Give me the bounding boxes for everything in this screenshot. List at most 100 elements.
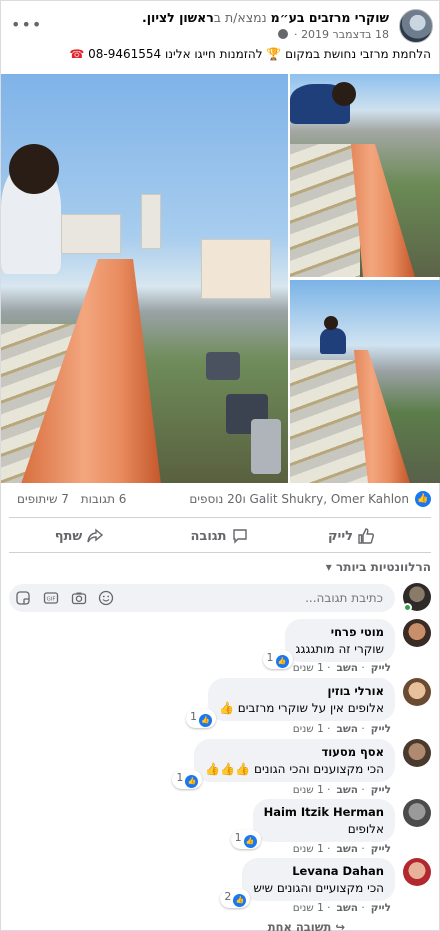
comment-bubble: Levana Dahan הכי מקצועיים והגונים שיש 2 👍 (220, 858, 395, 908)
sort-comments-dropdown[interactable]: הרלוונטיות ביותר ▾ (326, 560, 431, 574)
commenter-avatar[interactable] (403, 678, 431, 706)
comment-input[interactable] (183, 584, 383, 612)
reaction-count: 1 (266, 651, 274, 664)
comment-reaction-count[interactable]: 2 👍 (220, 889, 251, 908)
comment-meta: לייק· השב· 1 שנים (292, 843, 391, 855)
comments-count[interactable]: 6 תגובות (81, 492, 127, 506)
comment-reaction-count[interactable]: 1 👍 (185, 709, 216, 728)
comment-icon (232, 529, 247, 544)
comment-label: תגובה (190, 529, 227, 544)
comment-meta: לייק· השב· 1 שנים (292, 723, 391, 735)
emoji-icon[interactable] (98, 590, 114, 606)
comment-meta: לייק· השב· 1 שנים (292, 662, 391, 674)
like-reaction-icon[interactable]: 👍 (415, 491, 431, 507)
comment-reply-link[interactable]: השב (336, 843, 358, 855)
stat-counts: 6 תגובות 7 שיתופים (9, 492, 126, 506)
comment-time[interactable]: 1 שנים (293, 662, 324, 674)
comment-like-link[interactable]: לייק (371, 723, 391, 735)
comment-text: הכי מקצוענים והכי הגונים 👍👍👍 (205, 762, 384, 776)
comment-time[interactable]: 1 שנים (293, 723, 324, 735)
reaction-count: 2 (224, 890, 232, 903)
like-button[interactable]: לייק (291, 524, 411, 550)
comment-composer[interactable]: GIF (9, 584, 395, 612)
reaction-stats: 👍 Galit Shukry, Omer Kahlon ו20 נוספים 6… (9, 490, 431, 512)
caret-down-icon: ▾ (325, 560, 332, 574)
commenter-name[interactable]: אורלי בוזין (219, 684, 385, 698)
camera-icon[interactable] (71, 590, 87, 606)
comment-reply-link[interactable]: השב (336, 723, 358, 735)
comment-reply-link[interactable]: השב (336, 902, 358, 914)
ellipsis-icon[interactable]: ••• (11, 15, 42, 34)
comment-text: אלופים (347, 822, 384, 836)
comment-text: שוקרי זה מותגגגג (295, 642, 384, 656)
author-line: שוקרי מרזבים בע״מ נמצא/ת בראשון לציון. (142, 10, 389, 25)
svg-text:GIF: GIF (46, 597, 55, 603)
like-label: לייק (327, 529, 354, 544)
share-icon (87, 528, 104, 543)
trophy-icon: 🏆 (266, 47, 282, 61)
commenter-avatar[interactable] (403, 858, 431, 886)
post-actions: לייק תגובה שתף (9, 524, 431, 550)
facebook-post: שוקרי מרזבים בע״מ נמצא/ת בראשון לציון. 1… (0, 0, 440, 931)
comment-reaction-count[interactable]: 1 👍 (172, 770, 203, 789)
phone-icon: ☎ (69, 47, 85, 61)
comment-time[interactable]: 1 שנים (293, 843, 324, 855)
like-reaction-icon: 👍 (243, 835, 257, 848)
comment-like-link[interactable]: לייק (371, 902, 391, 914)
comment-reply-link[interactable]: השב (336, 662, 358, 674)
view-replies-label: תשובה אחת (267, 920, 332, 931)
commenter-name[interactable]: מוטי פרחי (296, 625, 384, 639)
reaction-count: 1 (176, 771, 184, 784)
comment-time[interactable]: 1 שנים (293, 784, 324, 796)
share-label: שתף (54, 529, 83, 544)
globe-icon (277, 29, 288, 39)
comment-meta: לייק· השב· 1 שנים (292, 784, 391, 796)
comment-bubble: אורלי בוזין אלופים אין על שוקרי מרזבים 👍… (185, 678, 395, 728)
location-name[interactable]: ראשון לציון. (142, 10, 214, 25)
post-text-part1: הלחמת מרזבי נחושת במקום (285, 47, 431, 61)
commenter-avatar[interactable] (403, 799, 431, 827)
comment-button[interactable]: תגובה (159, 524, 279, 550)
comment-like-link[interactable]: לייק (371, 784, 391, 796)
reaction-count: 1 (234, 831, 242, 844)
commenter-name[interactable]: Haim Itzik Herman (264, 805, 384, 819)
reaction-count: 1 (189, 710, 197, 723)
commenter-name[interactable]: אסף מסעוד (205, 745, 384, 759)
location-prefix: נמצא/ת ב (213, 10, 267, 25)
photo-bottom-right[interactable] (290, 280, 440, 483)
page-name[interactable]: שוקרי מרזבים בע״מ (271, 10, 389, 25)
reply-arrow-icon: ↪ (335, 920, 345, 931)
like-reaction-icon: 👍 (185, 775, 199, 788)
like-reaction-icon: 👍 (233, 894, 247, 907)
page-avatar[interactable] (399, 9, 433, 43)
comment-time[interactable]: 1 שנים (293, 902, 324, 914)
sticker-icon[interactable] (15, 590, 31, 606)
commenter-avatar[interactable] (403, 739, 431, 767)
comment-reaction-count[interactable]: 1 👍 (230, 830, 261, 849)
comment-like-link[interactable]: לייק (371, 662, 391, 674)
commenter-name[interactable]: Levana Dahan (253, 864, 384, 878)
divider (9, 517, 431, 518)
write-comment-row: GIF (9, 583, 431, 613)
photo-top-right[interactable] (290, 74, 440, 277)
reactors-summary[interactable]: Galit Shukry, Omer Kahlon ו20 נוספים (189, 492, 409, 506)
comment-bubble: מוטי פרחי שוקרי זה מותגגגג 1 👍 (262, 619, 395, 669)
comment-meta: לייק· השב· 1 שנים (292, 902, 391, 914)
post-text: הלחמת מרזבי נחושת במקום 🏆 להזמנות חייגו … (9, 47, 431, 61)
post-text-part2: להזמנות חייגו אלינו 08-9461554 (88, 47, 263, 61)
comment-like-link[interactable]: לייק (371, 843, 391, 855)
post-header: שוקרי מרזבים בע״מ נמצא/ת בראשון לציון. 1… (7, 7, 433, 43)
photo-main[interactable] (1, 74, 288, 483)
comment-text: הכי מקצועיים והגונים שיש (253, 881, 384, 895)
share-button[interactable]: שתף (19, 524, 139, 550)
comment-bubble: אסף מסעוד הכי מקצוענים והכי הגונים 👍👍👍 1… (172, 739, 395, 789)
view-replies-link[interactable]: ↪ תשובה אחת (268, 920, 345, 931)
post-date[interactable]: 18 בדצמבר 2019 (301, 28, 389, 41)
gif-icon[interactable]: GIF (43, 590, 59, 606)
comment-reply-link[interactable]: השב (336, 784, 358, 796)
comment-bubble: Haim Itzik Herman אלופים 1 👍 (230, 799, 395, 849)
commenter-avatar[interactable] (403, 619, 431, 647)
shares-count[interactable]: 7 שיתופים (17, 492, 69, 506)
like-reaction-icon: 👍 (198, 714, 212, 727)
composer-icons: GIF (15, 590, 122, 609)
